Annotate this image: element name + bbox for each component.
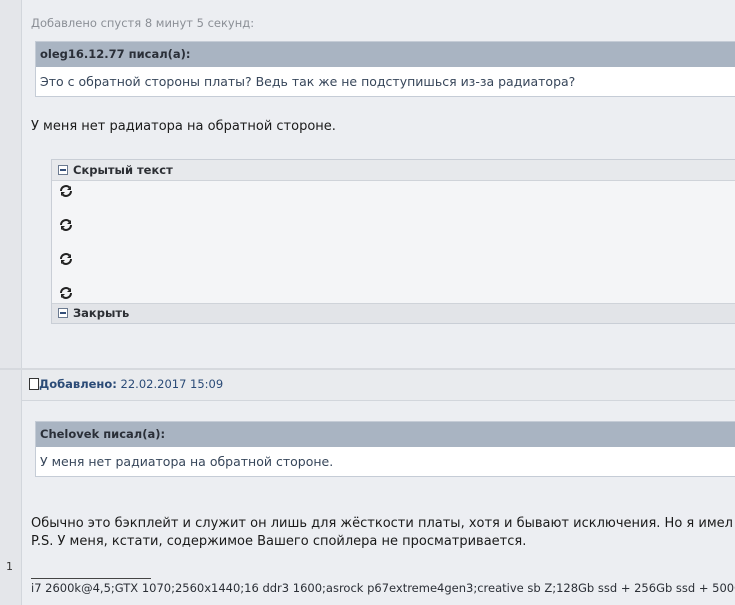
spoiler: Скрытый текст Закрыть: [51, 159, 735, 324]
post-2-header: Добавлено: 22.02.2017 15:09: [22, 370, 735, 401]
signature-separator: [31, 578, 151, 579]
spoiler-close-button[interactable]: Закрыть: [52, 303, 735, 323]
post-2-quote: Chelovek писал(а): У меня нет радиатора …: [35, 421, 735, 477]
left-column: 1: [0, 0, 22, 605]
reload-icon: [60, 287, 72, 299]
quote-text: У меня нет радиатора на обратной стороне…: [40, 454, 334, 469]
spoiler-title: Скрытый текст: [73, 163, 173, 177]
added-label: Добавлено:: [39, 377, 117, 391]
quote-author: Chelovek писал(а):: [36, 422, 735, 447]
spoiler-toggle[interactable]: Скрытый текст: [52, 160, 735, 181]
collapse-icon: [58, 307, 68, 318]
collapse-icon: [58, 164, 68, 175]
post-page-icon: [29, 378, 39, 390]
post-2: Chelovek писал(а): У меня нет радиатора …: [22, 401, 735, 605]
post-2-added: Добавлено: 22.02.2017 15:09: [39, 377, 223, 391]
spoiler-close-label: Закрыть: [73, 306, 130, 320]
reload-icon: [60, 253, 72, 265]
quote-author: oleg16.12.77 писал(а):: [36, 42, 735, 67]
quote-text: Это с обратной стороны платы? Ведь так ж…: [40, 74, 576, 89]
post-1-quote: oleg16.12.77 писал(а): Это с обратной ст…: [35, 41, 735, 97]
left-column-text: 1: [6, 560, 13, 573]
post-1-meta: Добавлено спустя 8 минут 5 секунд:: [31, 16, 255, 30]
post-2-text-line-1: Обычно это бэкплейт и служит он лишь для…: [31, 516, 733, 531]
reload-icon: [60, 185, 72, 197]
post-1: Добавлено спустя 8 минут 5 секунд: oleg1…: [22, 0, 735, 368]
post-1-text: У меня нет радиатора на обратной стороне…: [31, 119, 336, 134]
post-2-text-line-2: P.S. У меня, кстати, содержимое Вашего с…: [31, 534, 527, 549]
signature: i7 2600k@4,5;GTX 1070;2560x1440;16 ddr3 …: [31, 581, 735, 595]
reload-icon: [60, 219, 72, 231]
added-date: 22.02.2017 15:09: [120, 377, 224, 391]
